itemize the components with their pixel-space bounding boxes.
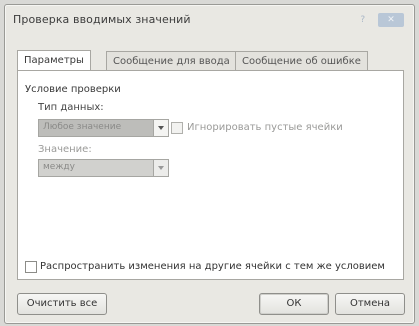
ignore-blank-checkbox[interactable] bbox=[171, 122, 183, 134]
section-label: Условие проверки bbox=[25, 84, 121, 95]
data-type-label: Тип данных: bbox=[38, 102, 104, 113]
data-validation-dialog: Проверка вводимых значений ? ✕ Параметры… bbox=[4, 4, 415, 324]
chevron-down-icon[interactable] bbox=[153, 160, 168, 176]
help-icon: ? bbox=[360, 15, 366, 25]
help-button[interactable]: ? bbox=[355, 13, 371, 27]
ignore-blank-label: Игнорировать пустые ячейки bbox=[187, 122, 343, 133]
parameters-panel: Условие проверки Тип данных: Любое значе… bbox=[17, 70, 404, 280]
cancel-label: Отмена bbox=[349, 298, 391, 309]
ok-button[interactable]: ОК bbox=[259, 293, 329, 315]
apply-all-label: Распространить изменения на другие ячейк… bbox=[40, 261, 385, 272]
tab-parameters[interactable]: Параметры bbox=[17, 50, 91, 72]
close-icon: ✕ bbox=[387, 15, 395, 25]
apply-all-checkbox[interactable] bbox=[25, 261, 37, 273]
value-select[interactable]: между bbox=[38, 159, 169, 177]
title-bar[interactable]: Проверка вводимых значений ? ✕ bbox=[5, 5, 414, 35]
dialog-title: Проверка вводимых значений bbox=[13, 13, 191, 26]
close-button[interactable]: ✕ bbox=[378, 13, 404, 27]
tab-label: Сообщение для ввода bbox=[113, 56, 230, 67]
ok-label: ОК bbox=[286, 298, 302, 309]
tab-label: Сообщение об ошибке bbox=[242, 56, 361, 67]
data-type-select[interactable]: Любое значение bbox=[38, 119, 169, 137]
cancel-button[interactable]: Отмена bbox=[335, 293, 405, 315]
data-type-value: Любое значение bbox=[43, 122, 122, 132]
value-label: Значение: bbox=[38, 144, 92, 155]
chevron-down-icon[interactable] bbox=[153, 120, 168, 136]
title-buttons: ? ✕ bbox=[351, 13, 404, 27]
tab-label: Параметры bbox=[24, 55, 84, 66]
clear-all-button[interactable]: Очистить все bbox=[17, 293, 107, 315]
value-select-value: между bbox=[43, 162, 75, 172]
clear-all-label: Очистить все bbox=[26, 298, 98, 309]
tab-error-alert[interactable]: Сообщение об ошибке bbox=[235, 51, 368, 71]
tab-input-message[interactable]: Сообщение для ввода bbox=[106, 51, 237, 71]
